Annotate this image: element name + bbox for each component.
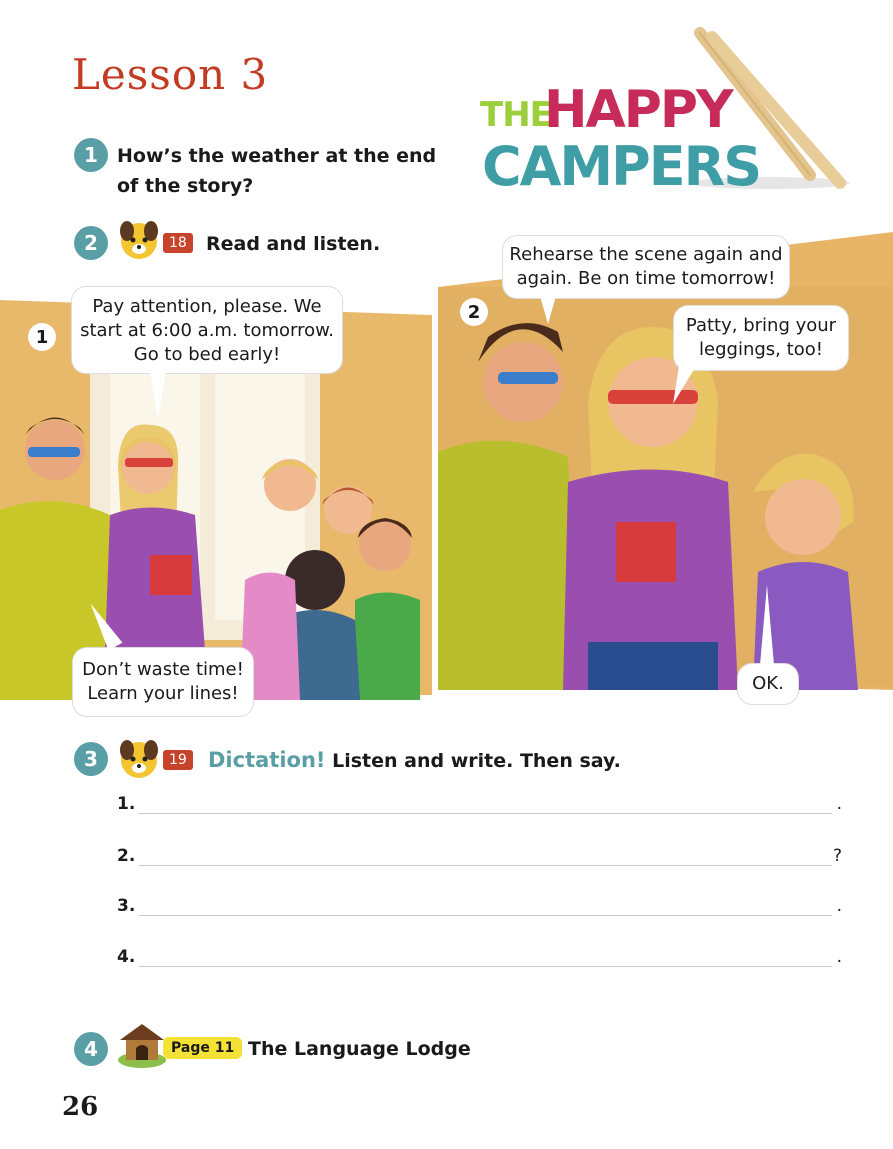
dictation-line-1[interactable]: 1. . [117, 794, 842, 814]
page-reference-badge[interactable]: Page 11 [163, 1037, 243, 1059]
logo-text-happy: HAPPY [544, 80, 734, 140]
dictation-instruction: Listen and write. Then say. [332, 750, 621, 772]
audio-dog-icon[interactable] [117, 217, 161, 261]
write-line[interactable] [139, 847, 832, 866]
page-number: 26 [62, 1092, 99, 1122]
audio-dog-icon[interactable] [117, 736, 161, 780]
track-badge-19: 19 [163, 750, 193, 770]
write-line[interactable] [139, 897, 832, 916]
question-1-number: 1 [74, 138, 108, 172]
dictation-line-3[interactable]: 3. . [117, 896, 842, 916]
logo-text-campers: CAMPERS [482, 135, 762, 198]
question-1-text: How’s the weather at the end of the stor… [117, 145, 437, 197]
dictation-label: Dictation! [208, 748, 326, 772]
write-line[interactable] [139, 948, 832, 967]
question-4-text: The Language Lodge [248, 1038, 471, 1060]
comic-panel-2 [438, 232, 893, 690]
panel-1-number: 1 [28, 323, 56, 351]
question-2-text: Read and listen. [206, 233, 381, 255]
speech-bubble-director: Don’t waste time! Learn your lines! [73, 648, 253, 716]
logo-text-the: THE [480, 95, 553, 135]
question-4-number: 4 [74, 1032, 108, 1066]
scene-illustration-2 [438, 232, 893, 690]
write-line[interactable] [139, 795, 832, 814]
bubble-tail [760, 585, 774, 665]
question-2-number: 2 [74, 226, 108, 260]
speech-bubble-teacher: Pay attention, please. We start at 6:00 … [72, 287, 342, 373]
panel-2-number: 2 [460, 298, 488, 326]
speech-bubble-teacher-2: Patty, bring your leggings, too! [674, 306, 848, 370]
dictation-line-2[interactable]: 2. ? [117, 846, 842, 866]
bubble-tail [150, 370, 166, 420]
bubble-tail [540, 296, 556, 324]
speech-bubble-patty: OK. [738, 664, 798, 704]
lesson-title: Lesson 3 [72, 50, 269, 99]
speech-bubble-director-2: Rehearse the scene again and again. Be o… [503, 236, 789, 298]
lodge-house-icon [118, 1024, 166, 1068]
question-3-title: Dictation! Listen and write. Then say. [208, 745, 621, 776]
happy-campers-logo: THE HAPPY CAMPERS [470, 25, 860, 225]
question-3-number: 3 [74, 742, 108, 776]
track-badge-18: 18 [163, 233, 193, 253]
dictation-line-4[interactable]: 4. . [117, 947, 842, 967]
